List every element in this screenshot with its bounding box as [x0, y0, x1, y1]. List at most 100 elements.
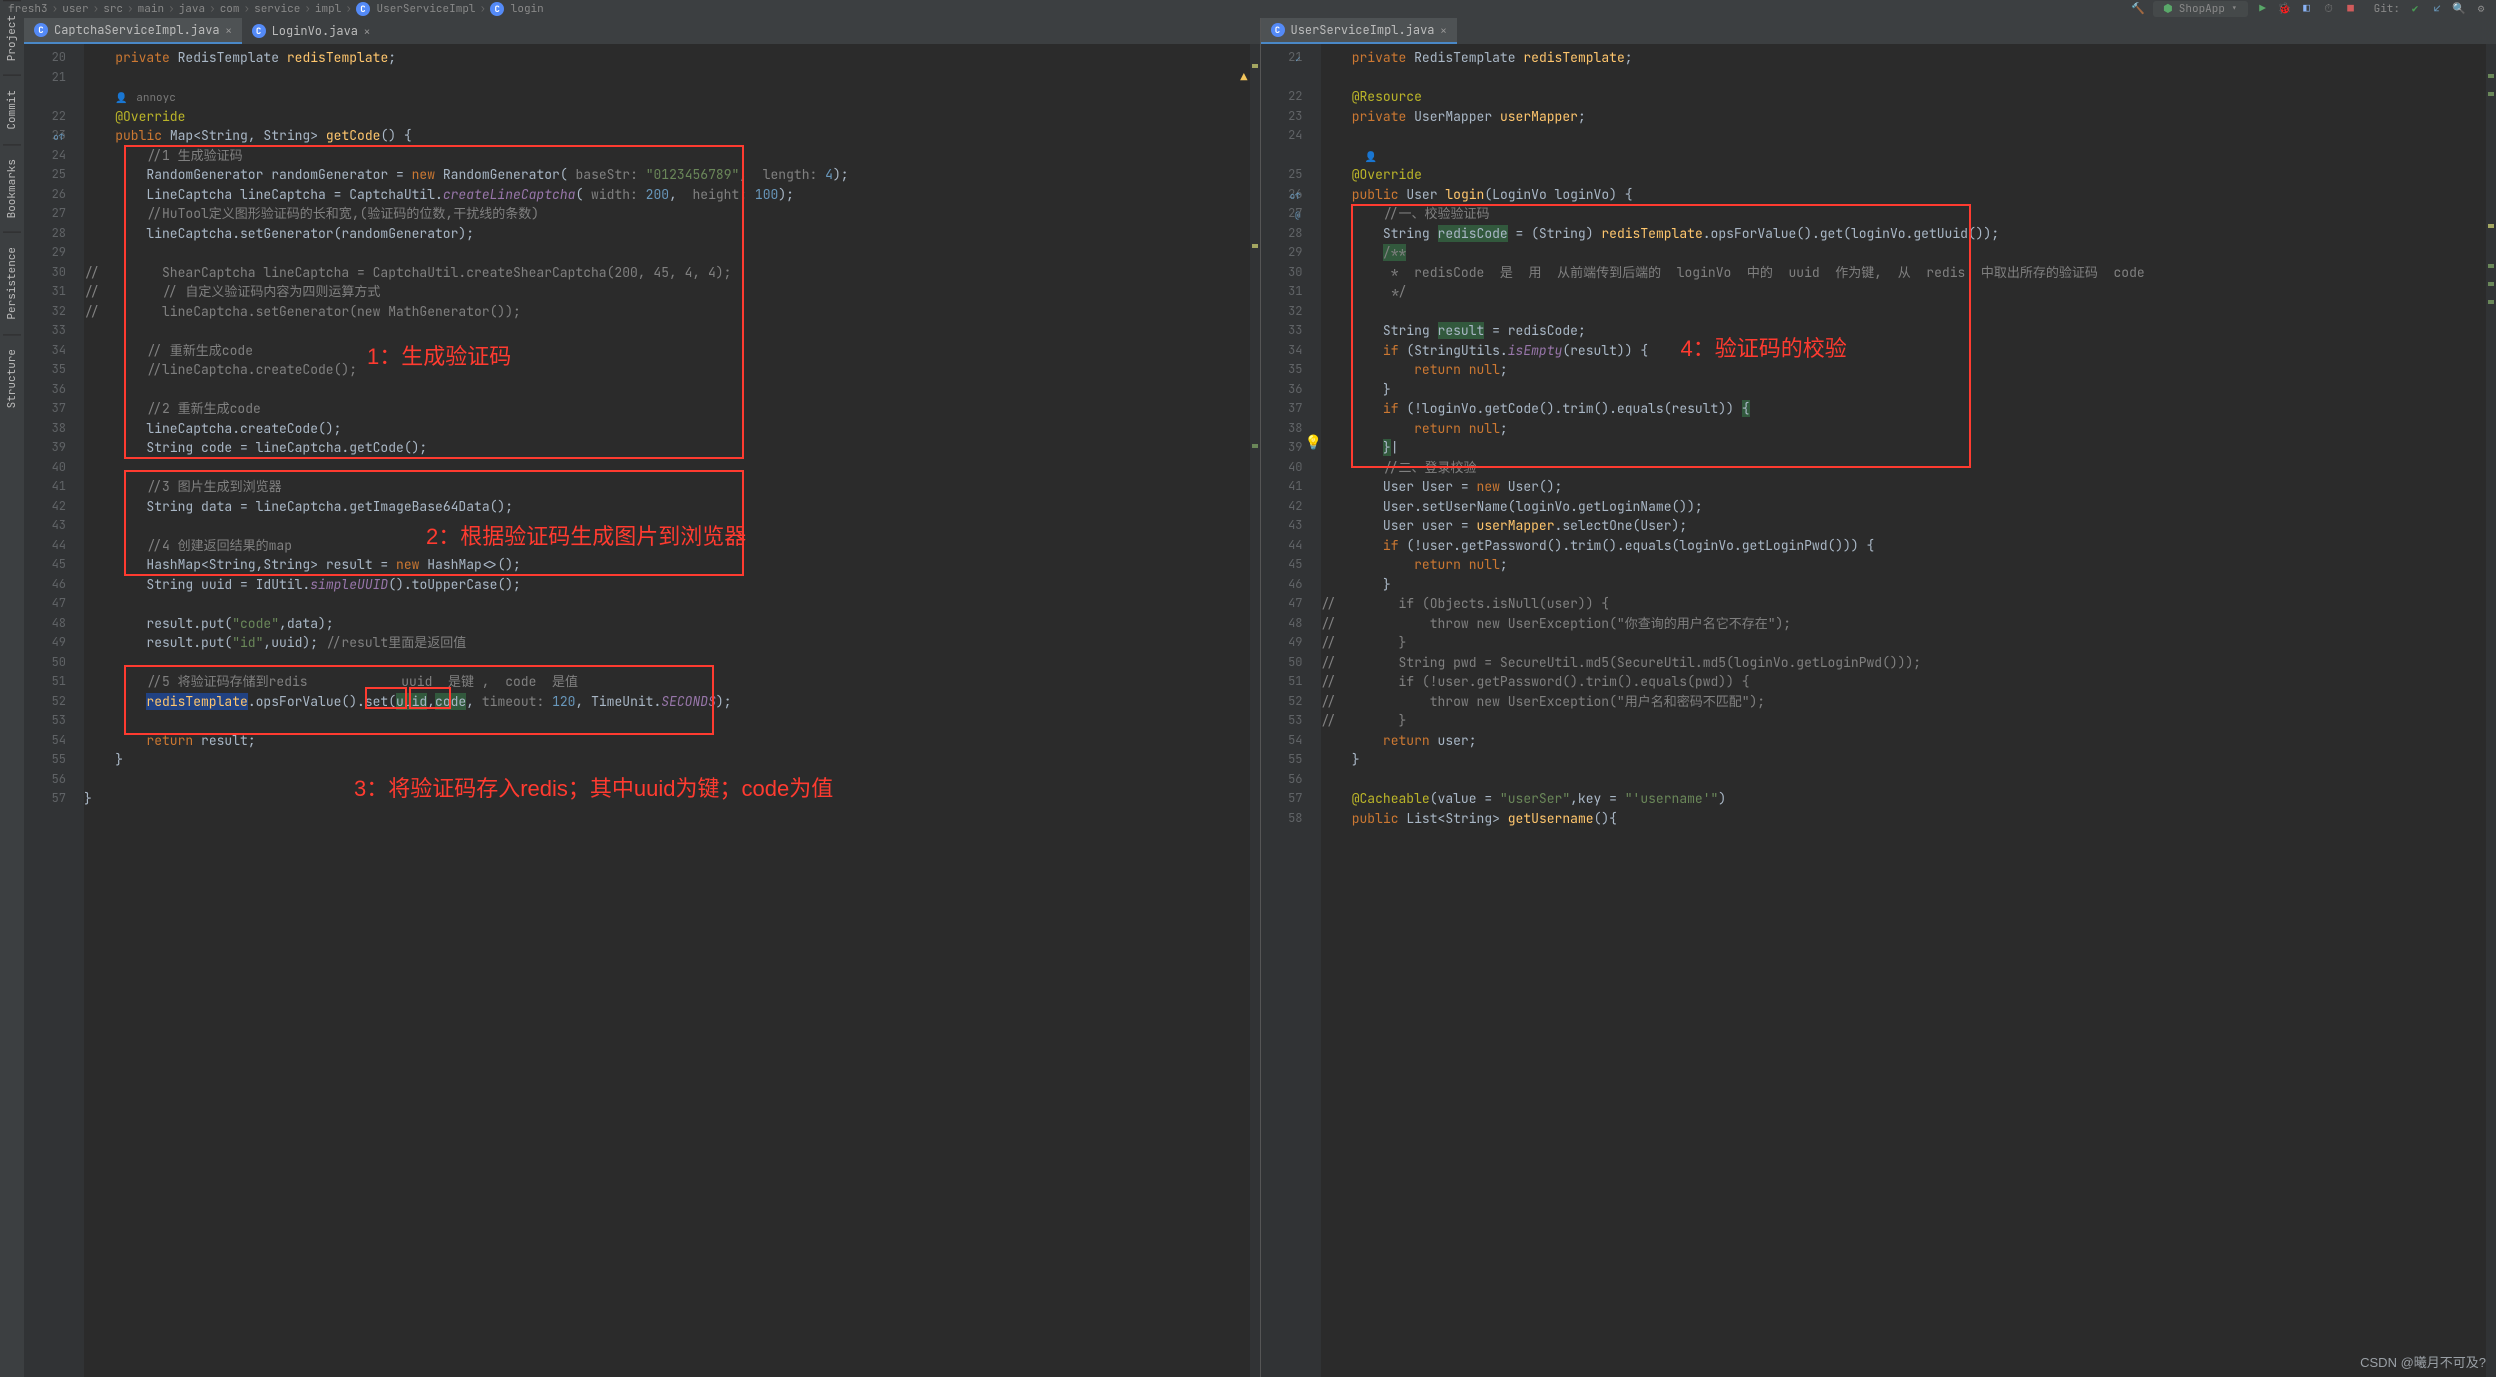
- code-line[interactable]: */: [1321, 282, 2487, 302]
- toolwindow-persistence[interactable]: Persistence: [3, 232, 21, 334]
- code-line[interactable]: [1321, 126, 2487, 146]
- gutter-line[interactable]: 53: [1265, 711, 1303, 731]
- code-line[interactable]: [84, 516, 1250, 536]
- code-line[interactable]: @Override: [84, 107, 1250, 127]
- gutter-line[interactable]: 33: [28, 321, 66, 341]
- gutter-line[interactable]: 29: [28, 243, 66, 263]
- gutter-line[interactable]: 35: [1265, 360, 1303, 380]
- code-line[interactable]: private RedisTemplate redisTemplate;: [1321, 48, 2487, 68]
- code-line[interactable]: [84, 770, 1250, 790]
- code-line[interactable]: String redisCode = (String) redisTemplat…: [1321, 224, 2487, 244]
- left-marker-track[interactable]: [1250, 44, 1260, 1377]
- gutter-line[interactable]: 30: [1265, 263, 1303, 283]
- code-line[interactable]: //二、登录校验: [1321, 458, 2487, 478]
- gutter-line[interactable]: 52: [1265, 692, 1303, 712]
- code-line[interactable]: //1 生成验证码: [84, 146, 1250, 166]
- breadcrumb-item[interactable]: src: [89, 2, 123, 16]
- gutter-mark-icon[interactable]: o↑ @: [1287, 187, 1301, 201]
- gutter-line[interactable]: 44: [1265, 536, 1303, 556]
- gutter-mark-icon[interactable]: o↑: [50, 128, 64, 142]
- right-marker-track[interactable]: [2486, 44, 2496, 1377]
- gutter-line[interactable]: 26: [28, 185, 66, 205]
- tab-CaptchaServiceImpl.java[interactable]: CaptchaServiceImpl.java ✕: [24, 18, 242, 44]
- code-line[interactable]: // lineCaptcha.setGenerator(new MathGene…: [84, 302, 1250, 322]
- code-line[interactable]: String code = lineCaptcha.getCode();: [84, 438, 1250, 458]
- code-line[interactable]: [84, 321, 1250, 341]
- gutter-line[interactable]: 38: [28, 419, 66, 439]
- gutter-line[interactable]: 50: [28, 653, 66, 673]
- gutter-line[interactable]: 37: [1265, 399, 1303, 419]
- gutter-line[interactable]: 23: [1265, 107, 1303, 127]
- code-line[interactable]: [84, 458, 1250, 478]
- code-line[interactable]: return null;: [1321, 555, 2487, 575]
- gutter-line[interactable]: 39: [28, 438, 66, 458]
- code-line[interactable]: RandomGenerator randomGenerator = new Ra…: [84, 165, 1250, 185]
- code-line[interactable]: }|: [1321, 438, 2487, 458]
- breadcrumb-item[interactable]: user: [48, 2, 89, 16]
- code-line[interactable]: annoyc: [84, 87, 1250, 107]
- breadcrumb-item[interactable]: UserServiceImpl: [341, 2, 475, 16]
- code-line[interactable]: [84, 653, 1250, 673]
- gutter-line[interactable]: 34: [28, 341, 66, 361]
- breadcrumb-item[interactable]: java: [164, 2, 205, 16]
- code-line[interactable]: lineCaptcha.setGenerator(randomGenerator…: [84, 224, 1250, 244]
- code-line[interactable]: String data = lineCaptcha.getImageBase64…: [84, 497, 1250, 517]
- gutter-line[interactable]: [1265, 146, 1303, 166]
- code-line[interactable]: //4 创建返回结果的map: [84, 536, 1250, 556]
- gutter-line[interactable]: 49: [28, 633, 66, 653]
- gutter-line[interactable]: 43: [28, 516, 66, 536]
- code-line[interactable]: [84, 711, 1250, 731]
- gutter-line[interactable]: 57: [1265, 789, 1303, 809]
- code-line[interactable]: return null;: [1321, 419, 2487, 439]
- breadcrumb-item[interactable]: main: [123, 2, 164, 16]
- gutter-line[interactable]: 45: [1265, 555, 1303, 575]
- vcs-update-icon[interactable]: ✔: [2408, 2, 2422, 16]
- code-line[interactable]: [84, 594, 1250, 614]
- gutter-line[interactable]: 26o↑ @: [1265, 185, 1303, 205]
- left-editor[interactable]: 20212223o↑242526272829303132333435363738…: [24, 44, 1260, 1377]
- close-icon[interactable]: ✕: [1441, 24, 1447, 37]
- gutter-line[interactable]: 28: [1265, 224, 1303, 244]
- gutter-line[interactable]: 42: [28, 497, 66, 517]
- gutter-line[interactable]: 35: [28, 360, 66, 380]
- code-line[interactable]: [84, 380, 1250, 400]
- code-line[interactable]: //2 重新生成code: [84, 399, 1250, 419]
- gutter-line[interactable]: 56: [28, 770, 66, 790]
- code-line[interactable]: public Map<String, String> getCode() {: [84, 126, 1250, 146]
- gutter-line[interactable]: 51: [1265, 672, 1303, 692]
- code-line[interactable]: User User = new User();: [1321, 477, 2487, 497]
- code-line[interactable]: [1321, 302, 2487, 322]
- code-line[interactable]: String result = redisCode;: [1321, 321, 2487, 341]
- code-line[interactable]: @Resource: [1321, 87, 2487, 107]
- build-icon[interactable]: 🔨: [2131, 2, 2145, 16]
- toolwindow-structure[interactable]: Structure: [3, 334, 21, 422]
- gutter-line[interactable]: 32: [28, 302, 66, 322]
- gutter-line[interactable]: 56: [1265, 770, 1303, 790]
- gutter-line[interactable]: 25: [1265, 165, 1303, 185]
- code-line[interactable]: HashMap<String,String> result = new Hash…: [84, 555, 1250, 575]
- gutter-line[interactable]: 43: [1265, 516, 1303, 536]
- code-line[interactable]: User.setUserName(loginVo.getLoginName())…: [1321, 497, 2487, 517]
- gutter-line[interactable]: 34: [1265, 341, 1303, 361]
- gutter-line[interactable]: 40: [1265, 458, 1303, 478]
- code-line[interactable]: }: [1321, 575, 2487, 595]
- breadcrumb-item[interactable]: login: [476, 2, 544, 16]
- gutter-line[interactable]: 51: [28, 672, 66, 692]
- gutter-line[interactable]: 55: [1265, 750, 1303, 770]
- gutter-line[interactable]: 50: [1265, 653, 1303, 673]
- gutter-line[interactable]: 42: [1265, 497, 1303, 517]
- code-line[interactable]: if (!user.getPassword().trim().equals(lo…: [1321, 536, 2487, 556]
- code-line[interactable]: }: [1321, 750, 2487, 770]
- code-line[interactable]: private UserMapper userMapper;: [1321, 107, 2487, 127]
- gutter-line[interactable]: 54: [28, 731, 66, 751]
- right-gutter[interactable]: 21✓2223242526o↑ @27282930313233343536373…: [1261, 44, 1321, 1377]
- code-line[interactable]: // String pwd = SecureUtil.md5(SecureUti…: [1321, 653, 2487, 673]
- code-line[interactable]: }: [84, 750, 1250, 770]
- gutter-line[interactable]: 31: [28, 282, 66, 302]
- code-line[interactable]: redisTemplate.opsForValue().set(uuid,cod…: [84, 692, 1250, 712]
- left-code[interactable]: private RedisTemplate redisTemplate; ann…: [84, 44, 1250, 1377]
- code-line[interactable]: //5 将验证码存储到redis uuid 是键 , code 是值: [84, 672, 1250, 692]
- profile-icon[interactable]: ⏱: [2322, 2, 2336, 16]
- breadcrumb[interactable]: fresh3usersrcmainjavacomserviceimpl User…: [8, 2, 544, 16]
- debug-icon[interactable]: 🐞: [2278, 2, 2292, 16]
